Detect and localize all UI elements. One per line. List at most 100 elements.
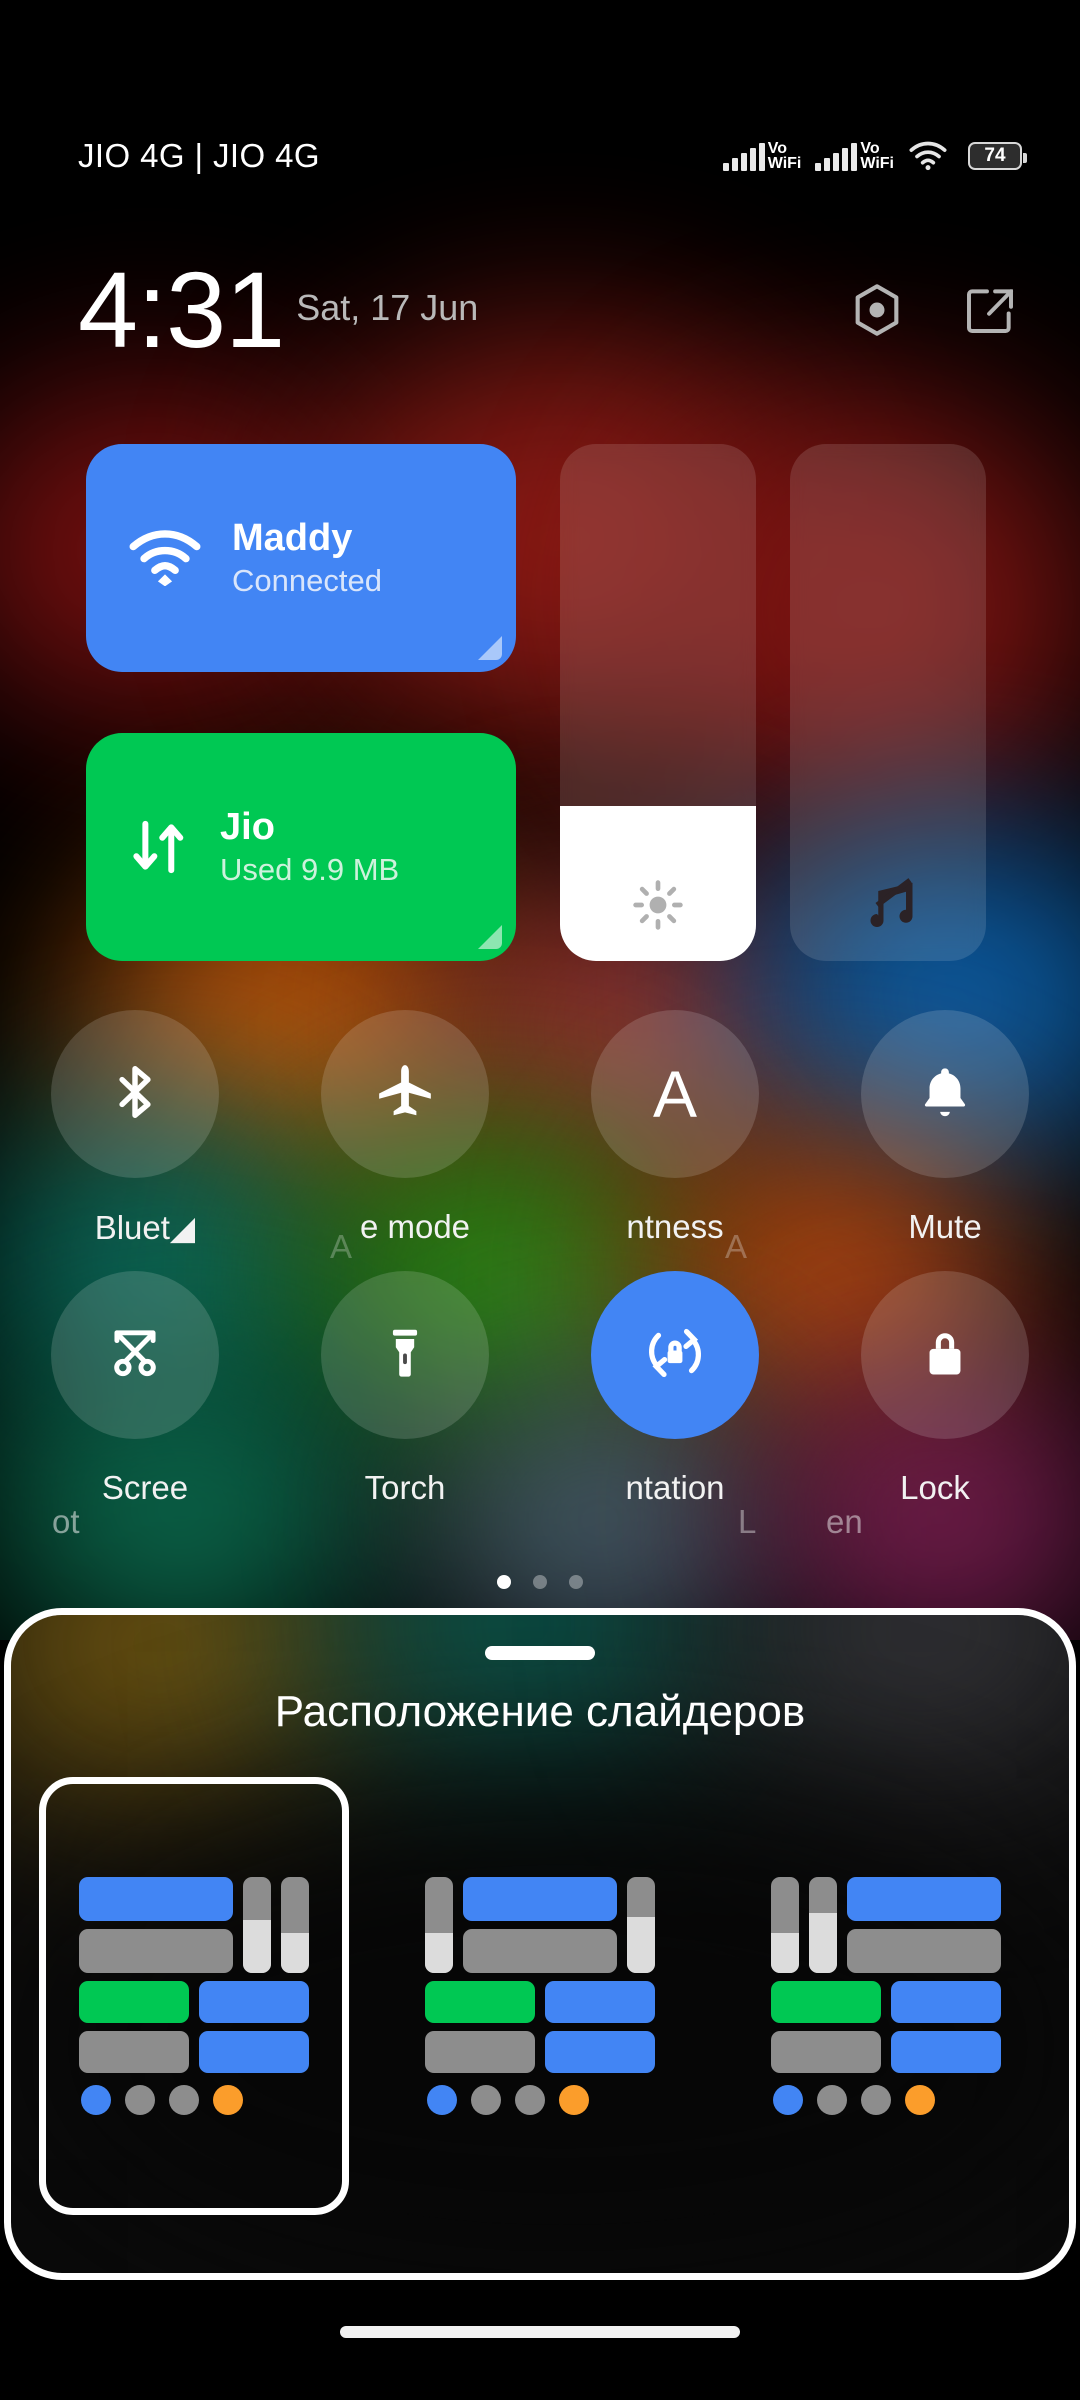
signal-bars-icon (722, 143, 765, 171)
music-note-muted-icon (790, 877, 986, 933)
volume-slider[interactable] (790, 444, 986, 961)
toggle-lock[interactable]: Lock (810, 1271, 1080, 1507)
toggle-orientation-lock[interactable]: ntation (540, 1271, 810, 1507)
letter-a-icon: A (652, 1057, 698, 1131)
option1-dots (79, 2085, 309, 2115)
option2-top-tiles (463, 1877, 617, 1973)
toggle-mute[interactable]: Mute (810, 1010, 1080, 1247)
sheet-title: Расположение слайдеров (274, 1687, 806, 1736)
layout-option-1[interactable] (39, 1777, 349, 2215)
toggle-button[interactable]: A (591, 1010, 759, 1178)
layout-option-2[interactable] (385, 1777, 695, 2215)
mini-slider-volume (281, 1877, 309, 1973)
rotate-lock-icon (642, 1320, 708, 1391)
status-carriers: JIO 4G | JIO 4G (78, 137, 320, 174)
mini-slider-brightness (243, 1877, 271, 1973)
toggle-label: Mute (908, 1208, 982, 1245)
mini-slider-volume (627, 1877, 655, 1973)
padlock-icon (916, 1324, 974, 1387)
toggle-torch[interactable]: Torch (270, 1271, 540, 1507)
sim1-signal-group: Vo WiFi (722, 140, 802, 172)
page-indicator (0, 1575, 1080, 1589)
wifi-icon (908, 141, 948, 171)
layout-options-list (11, 1777, 1069, 2215)
mini-dot (169, 2085, 199, 2115)
battery-indicator: 74 (968, 142, 1027, 170)
drag-handle[interactable] (485, 1646, 595, 1660)
toggle-row-2: Scree Torch ntation Lock (0, 1271, 1080, 1507)
mini-dot (773, 2085, 803, 2115)
gesture-home-bar[interactable] (340, 2326, 740, 2338)
volte-wifi-label: Vo WiFi (860, 140, 894, 172)
ghost-label-row1-auto: A (725, 1228, 748, 1265)
toggle-button[interactable] (51, 1271, 219, 1439)
toggle-button[interactable] (591, 1271, 759, 1439)
brightness-slider[interactable] (560, 444, 756, 961)
toggle-label: e mode (359, 1208, 471, 1245)
mini-slider-volume (809, 1877, 837, 1973)
mini-tile-blue (545, 2031, 655, 2073)
data-usage: Used 9.9 MB (220, 852, 400, 888)
expand-corner-icon[interactable] (478, 925, 502, 949)
page-dot[interactable] (533, 1575, 547, 1589)
mini-tile-blue (199, 1981, 309, 2023)
mini-tile-grey (771, 2031, 881, 2073)
status-bar-icons: Vo WiFi Vo WiFi 74 (722, 140, 1027, 172)
toggle-row-1: Bluet◢ e mode A ntness Mute (0, 1010, 1080, 1247)
mini-tile-blue (891, 2031, 1001, 2073)
scissors-screenshot-icon (104, 1322, 166, 1389)
mini-tile-grey (425, 2031, 535, 2073)
wifi-icon (128, 530, 202, 586)
mini-slider-brightness (771, 1877, 799, 1973)
mini-tile-blue (545, 1981, 655, 2023)
expand-corner-icon[interactable] (478, 636, 502, 660)
mini-tile-blue (199, 2031, 309, 2073)
toggle-button[interactable] (861, 1271, 1029, 1439)
toggle-airplane-mode[interactable]: e mode (270, 1010, 540, 1247)
mini-dot (125, 2085, 155, 2115)
mini-tile-wifi (463, 1877, 617, 1921)
mini-dot (81, 2085, 111, 2115)
bell-icon (916, 1063, 974, 1126)
option3-top-tiles (847, 1877, 1001, 1973)
page-dot[interactable] (497, 1575, 511, 1589)
signal-bars-icon (815, 143, 858, 171)
option3-row3 (771, 2031, 1001, 2073)
toggle-button[interactable] (321, 1271, 489, 1439)
toggle-button[interactable] (321, 1010, 489, 1178)
option3-top-section (771, 1877, 1001, 1973)
ghost-label-row2-screenshot: ot (52, 1503, 80, 1540)
toggle-screenshot[interactable]: Scree (0, 1271, 270, 1507)
sun-brightness-icon (560, 877, 756, 933)
toggle-label: Bluet◢ (94, 1209, 196, 1246)
option2-row3 (425, 2031, 655, 2073)
mini-dot (861, 2085, 891, 2115)
toggle-button[interactable] (51, 1010, 219, 1178)
carrier-name: Jio (220, 805, 275, 848)
mini-tile-grey (847, 1929, 1001, 1973)
toggle-auto-brightness[interactable]: A ntness (540, 1010, 810, 1247)
ghost-label-row2-lock-en: en (826, 1503, 863, 1540)
mini-tile-green (79, 1981, 189, 2023)
option3-row2 (771, 1981, 1001, 2023)
option1-row2 (79, 1981, 309, 2023)
gear-hexagon-icon[interactable] (848, 281, 906, 339)
mini-tile-green (771, 1981, 881, 2023)
mini-tile-wifi (79, 1877, 233, 1921)
option2-dots (425, 2085, 655, 2115)
toggle-label: Scree (101, 1469, 189, 1506)
toggle-button[interactable] (861, 1010, 1029, 1178)
option1-row3 (79, 2031, 309, 2073)
mobile-data-tile[interactable]: Jio Used 9.9 MB (86, 733, 516, 961)
toggle-bluetooth[interactable]: Bluet◢ (0, 1010, 270, 1247)
volte-wifi-label: Vo WiFi (767, 140, 802, 172)
layout-option-3[interactable] (731, 1777, 1041, 2215)
edit-pencil-square-icon[interactable] (962, 282, 1018, 338)
wifi-tile-texts: Maddy Connected (232, 517, 382, 600)
wifi-tile[interactable]: Maddy Connected (86, 444, 516, 672)
mini-tile-blue (891, 1981, 1001, 2023)
mini-slider-brightness (425, 1877, 453, 1973)
toggle-label: ntness (626, 1208, 724, 1245)
mobile-data-tile-texts: Jio Used 9.9 MB (220, 806, 399, 889)
page-dot[interactable] (569, 1575, 583, 1589)
